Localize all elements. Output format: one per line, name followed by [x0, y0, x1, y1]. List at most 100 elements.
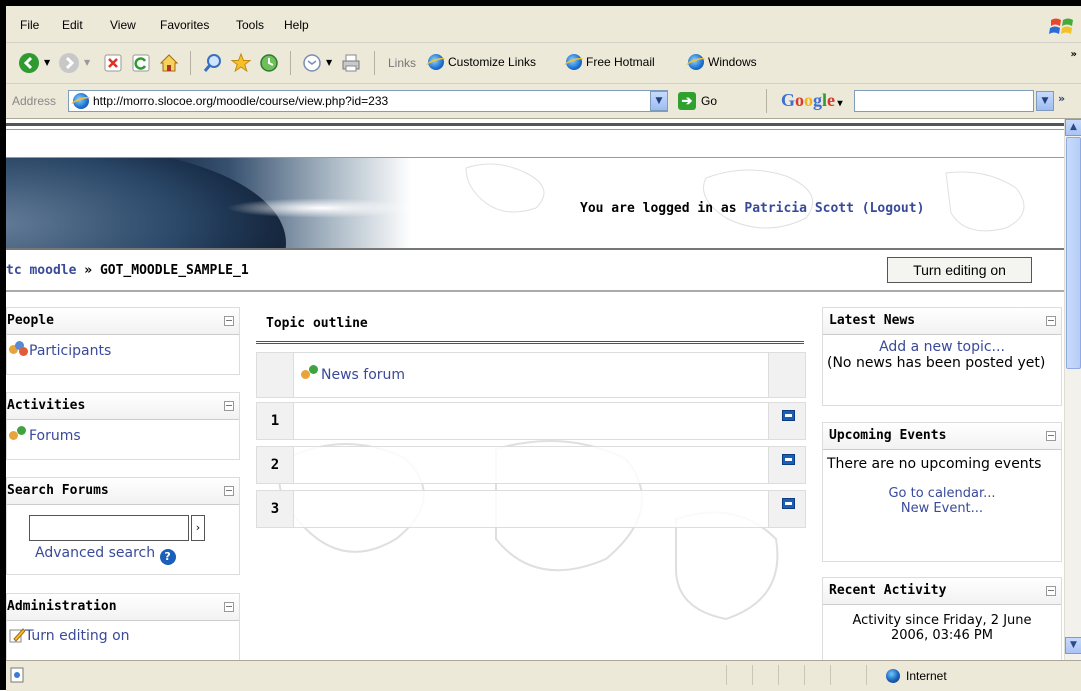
mail-dropdown-icon[interactable]: ▼ — [326, 58, 332, 67]
favorites-star-icon[interactable] — [230, 52, 252, 74]
block-activities-body: Forums — [7, 420, 239, 444]
block-admin-title: Administration — [7, 599, 117, 614]
section-0: News forum — [256, 352, 806, 398]
menu-help[interactable]: Help — [284, 18, 309, 32]
header-divider — [6, 123, 1064, 126]
refresh-icon[interactable] — [130, 52, 152, 74]
participants-link[interactable]: Participants — [29, 343, 111, 359]
news-forum-link[interactable]: News forum — [301, 365, 405, 383]
user-name-link[interactable]: Patricia Scott — [744, 201, 854, 216]
show-one-section-icon[interactable] — [782, 498, 795, 509]
go-button[interactable]: ➔ Go — [678, 92, 717, 110]
mail-icon[interactable] — [302, 52, 324, 74]
scroll-up-icon[interactable]: ▲ — [1065, 119, 1081, 136]
topic-outline-header: Topic outline — [256, 307, 804, 344]
collapse-icon[interactable] — [1046, 586, 1056, 596]
section-3: 3 — [256, 490, 806, 528]
collapse-icon[interactable] — [1046, 431, 1056, 441]
collapse-icon[interactable] — [224, 486, 234, 496]
menu-bar: File Edit View Favorites Tools Help — [6, 6, 1081, 43]
chevron-right-icon[interactable]: » — [1071, 49, 1077, 60]
block-latest-news: Latest News Add a new topic... (No news … — [822, 307, 1062, 406]
block-recent-activity: Recent Activity Activity since Friday, 2… — [822, 577, 1062, 660]
link-customize-label: Customize Links — [448, 55, 537, 69]
topic-outline-title: Topic outline — [266, 316, 368, 331]
link-windows[interactable]: Windows — [688, 54, 757, 70]
stop-icon[interactable] — [102, 52, 124, 74]
go-arrow-icon: ➔ — [678, 92, 696, 110]
go-to-calendar-link[interactable]: Go to calendar... — [827, 486, 1057, 501]
breadcrumb-home-link[interactable]: tc moodle — [6, 263, 76, 278]
ie-page-icon — [688, 54, 704, 70]
scroll-down-icon[interactable]: ▼ — [1065, 637, 1081, 654]
link-customize[interactable]: Customize Links — [428, 54, 536, 70]
collapse-icon[interactable] — [224, 401, 234, 411]
scrollbar-thumb[interactable] — [1066, 137, 1081, 369]
block-people: People Participants — [6, 307, 240, 375]
home-icon[interactable] — [158, 52, 180, 74]
menu-file[interactable]: File — [20, 18, 39, 32]
section-number: 2 — [270, 457, 280, 473]
section-2: 2 — [256, 446, 806, 484]
page-status-icon — [10, 667, 24, 683]
breadcrumb-course: GOT_MOODLE_SAMPLE_1 — [99, 263, 249, 278]
help-icon[interactable]: ? — [159, 549, 176, 565]
edit-pencil-icon — [9, 628, 25, 643]
add-new-topic-link[interactable]: Add a new topic... — [827, 339, 1057, 355]
forums-link[interactable]: Forums — [29, 428, 81, 444]
status-pane — [726, 665, 727, 685]
show-one-section-icon[interactable] — [782, 410, 795, 421]
collapse-icon[interactable] — [224, 602, 234, 612]
block-admin-body: Turn editing on — [7, 621, 239, 644]
menu-favorites[interactable]: Favorites — [160, 18, 209, 32]
block-activity-title: Recent Activity — [829, 583, 947, 598]
address-dropdown-icon[interactable]: ▼ — [650, 91, 668, 111]
chevron-right-icon[interactable]: » — [1058, 92, 1065, 105]
history-icon[interactable] — [258, 52, 280, 74]
search-go-button[interactable]: › — [191, 515, 205, 541]
link-free-hotmail[interactable]: Free Hotmail — [566, 54, 655, 70]
forward-icon[interactable] — [58, 52, 80, 74]
show-one-section-icon[interactable] — [782, 454, 795, 465]
advanced-search-label: Advanced search — [35, 545, 156, 561]
window-frame-left — [0, 0, 6, 690]
toolbar-separator — [190, 51, 191, 75]
menu-edit[interactable]: Edit — [62, 18, 83, 32]
vertical-scrollbar[interactable]: ▲ ▼ — [1064, 119, 1081, 660]
block-search-forums: Search Forums › Advanced search ? — [6, 477, 240, 575]
go-label: Go — [701, 94, 718, 108]
menu-view[interactable]: View — [110, 18, 136, 32]
menu-tools[interactable]: Tools — [236, 18, 264, 32]
block-upcoming-events: Upcoming Events There are no upcoming ev… — [822, 422, 1062, 562]
block-news-body: Add a new topic... (No news has been pos… — [823, 335, 1061, 371]
forum-search-input[interactable] — [29, 515, 189, 541]
windows-logo-icon — [1049, 18, 1073, 34]
block-people-body: Participants — [7, 335, 239, 359]
breadcrumb: tc moodle » GOT_MOODLE_SAMPLE_1 — [6, 263, 249, 278]
google-search-input[interactable] — [854, 90, 1034, 112]
collapse-icon[interactable] — [224, 316, 234, 326]
logout-link[interactable]: (Logout) — [862, 201, 925, 216]
section-1: 1 — [256, 402, 806, 440]
forward-dropdown-icon[interactable]: ▼ — [84, 58, 90, 67]
block-activities-title: Activities — [7, 398, 86, 413]
admin-turn-editing-on-link[interactable]: Turn editing on — [25, 628, 130, 644]
turn-editing-on-button[interactable]: Turn editing on — [887, 257, 1032, 283]
google-dropdown-icon[interactable]: ▼ — [1036, 91, 1054, 111]
search-icon[interactable] — [202, 52, 224, 74]
google-toolbar-logo[interactable]: Google ▾ — [781, 90, 843, 111]
back-icon[interactable] — [18, 52, 40, 74]
earth-banner-image — [6, 158, 416, 248]
print-icon[interactable] — [340, 52, 362, 74]
no-events-text: There are no upcoming events — [827, 456, 1042, 472]
address-url: http://morro.slocoe.org/moodle/course/vi… — [93, 94, 389, 108]
new-event-link[interactable]: New Event... — [827, 501, 1057, 516]
back-dropdown-icon[interactable]: ▼ — [44, 58, 50, 67]
advanced-search-link[interactable]: Advanced search ? — [35, 545, 176, 565]
globe-icon — [886, 669, 900, 683]
link-free-hotmail-label: Free Hotmail — [586, 55, 655, 69]
address-input[interactable]: http://morro.slocoe.org/moodle/course/vi… — [68, 90, 668, 112]
link-windows-label: Windows — [708, 55, 757, 69]
people-icon — [9, 341, 29, 357]
collapse-icon[interactable] — [1046, 316, 1056, 326]
